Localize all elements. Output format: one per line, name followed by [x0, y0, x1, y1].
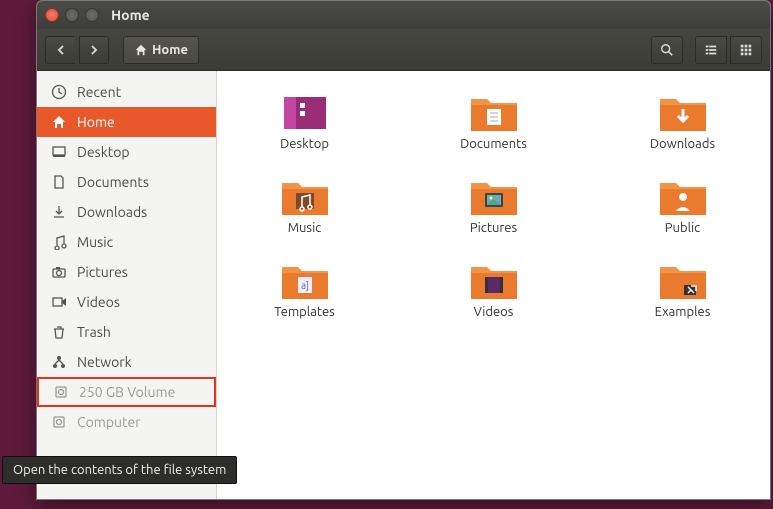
desktop-icon [51, 144, 67, 160]
clock-icon [51, 84, 67, 100]
file-item-public[interactable]: Public [603, 173, 762, 235]
file-label: Desktop [280, 137, 329, 151]
sidebar-item-videos[interactable]: Videos [37, 287, 216, 317]
search-icon [660, 43, 674, 57]
sidebar-item-computer[interactable]: Computer [37, 407, 216, 437]
folder-icon [656, 173, 710, 217]
file-label: Public [665, 221, 700, 235]
view-grid-button[interactable] [730, 36, 762, 64]
sidebar-item-label: Desktop [77, 144, 130, 160]
file-label: Music [288, 221, 322, 235]
main-view: Desktop Documents Downloads Music Pictures Pu… [217, 71, 770, 499]
music-icon [51, 234, 67, 250]
file-item-templates[interactable]: a] Templates [225, 257, 384, 319]
home-icon [51, 114, 67, 130]
sidebar-item-trash[interactable]: Trash [37, 317, 216, 347]
sidebar-item-home[interactable]: Home [37, 107, 216, 137]
search-button[interactable] [651, 36, 683, 64]
file-label: Examples [655, 305, 711, 319]
file-item-pictures[interactable]: Pictures [414, 173, 573, 235]
folder-icon [467, 89, 521, 133]
file-item-desktop[interactable]: Desktop [225, 89, 384, 151]
folder-icon: a] [278, 257, 332, 301]
sidebar-item-downloads[interactable]: Downloads [37, 197, 216, 227]
folder-icon [467, 173, 521, 217]
home-icon [134, 43, 148, 57]
sidebar-item-label: Music [77, 234, 113, 250]
breadcrumb-home[interactable]: Home [123, 36, 199, 64]
folder-icon [278, 173, 332, 217]
sidebar-item-music[interactable]: Music [37, 227, 216, 257]
close-button[interactable] [45, 8, 59, 22]
sidebar-item-label: Documents [77, 174, 149, 190]
sidebar-item-recent[interactable]: Recent [37, 77, 216, 107]
sidebar-item-label: Home [77, 114, 115, 130]
file-item-videos[interactable]: Videos [414, 257, 573, 319]
sidebar-item-label: Trash [77, 324, 111, 340]
file-label: Videos [474, 305, 514, 319]
minimize-button[interactable] [65, 8, 79, 22]
list-icon [704, 43, 718, 57]
download-icon [51, 204, 67, 220]
trash-icon [51, 324, 67, 340]
sidebar-item-desktop[interactable]: Desktop [37, 137, 216, 167]
file-label: Pictures [470, 221, 517, 235]
chevron-left-icon [56, 45, 66, 55]
file-item-downloads[interactable]: Downloads [603, 89, 762, 151]
file-label: Templates [274, 305, 335, 319]
sidebar-item-pictures[interactable]: Pictures [37, 257, 216, 287]
sidebar-item-250-gb-volume[interactable]: 250 GB Volume [37, 377, 216, 407]
folder-icon [656, 257, 710, 301]
svg-text:a]: a] [300, 280, 308, 291]
folder-icon [656, 89, 710, 133]
toolbar: Home [37, 29, 770, 71]
titlebar: Home [37, 1, 770, 29]
sidebar-item-label: Videos [77, 294, 120, 310]
disk-icon [51, 414, 67, 430]
doc-icon [51, 174, 67, 190]
file-item-music[interactable]: Music [225, 173, 384, 235]
chevron-right-icon [89, 45, 99, 55]
sidebar: Recent Home Desktop Documents Downloads Music… [37, 71, 217, 499]
sidebar-item-label: Downloads [77, 204, 147, 220]
sidebar-item-label: Computer [77, 414, 141, 430]
forward-button[interactable] [79, 36, 109, 64]
file-item-documents[interactable]: Documents [414, 89, 573, 151]
sidebar-item-documents[interactable]: Documents [37, 167, 216, 197]
network-icon [51, 354, 67, 370]
file-item-examples[interactable]: Examples [603, 257, 762, 319]
file-label: Documents [460, 137, 527, 151]
window-title: Home [111, 7, 150, 23]
sidebar-item-label: 250 GB Volume [79, 384, 175, 400]
disk-icon [53, 384, 69, 400]
folder-icon [467, 257, 521, 301]
breadcrumb-label: Home [152, 43, 188, 57]
sidebar-item-label: Pictures [77, 264, 128, 280]
camera-icon [51, 264, 67, 280]
maximize-button[interactable] [85, 8, 99, 22]
grid-icon [739, 43, 753, 57]
back-button[interactable] [45, 36, 75, 64]
sidebar-item-label: Recent [77, 84, 121, 100]
file-label: Downloads [650, 137, 715, 151]
folder-icon [278, 89, 332, 133]
file-manager-window: Home Home Recent Home Desktop Documents Down… [36, 0, 771, 500]
tooltip: Open the contents of the file system [2, 456, 237, 484]
sidebar-item-label: Network [77, 354, 132, 370]
sidebar-item-network[interactable]: Network [37, 347, 216, 377]
view-list-button[interactable] [695, 36, 727, 64]
video-icon [51, 294, 67, 310]
